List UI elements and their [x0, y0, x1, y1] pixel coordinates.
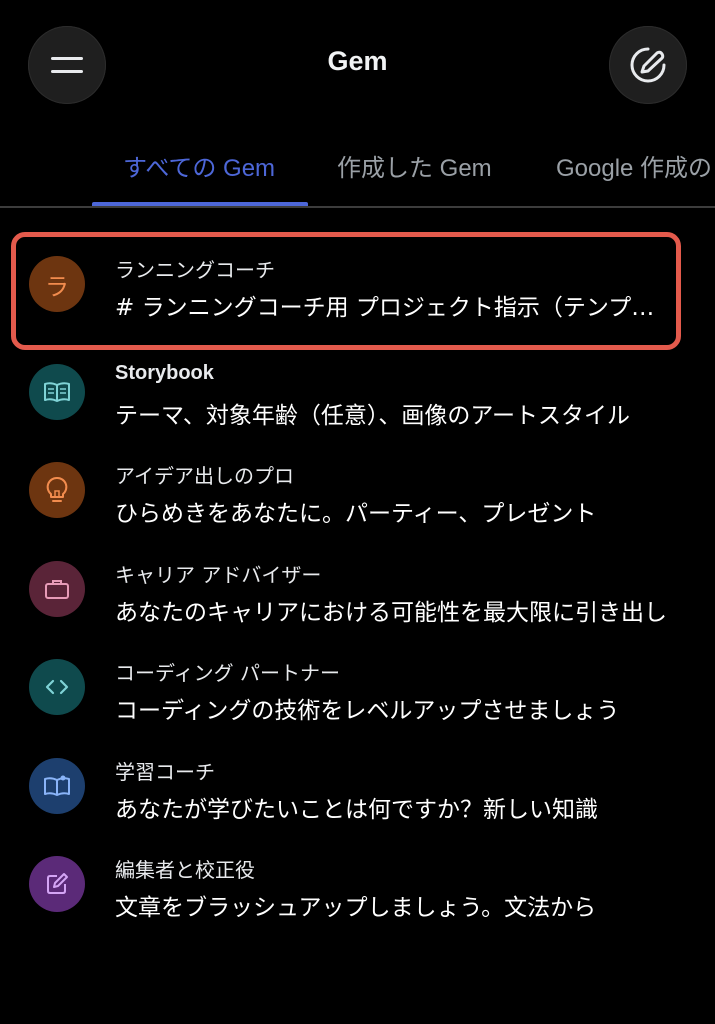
edit-icon [630, 47, 666, 83]
gem-avatar [29, 462, 85, 518]
gem-description: # ランニングコーチ用 プロジェクト指示（テンプレート） [115, 295, 667, 321]
gem-item-storybook[interactable]: Storybook テーマ、対象年齢（任意）、画像のアートスタイル [0, 340, 715, 436]
tab-all-gems[interactable]: すべての Gem [123, 148, 275, 183]
tab-google-gems[interactable]: Google 作成の [556, 148, 712, 183]
gem-description: 文章をブラッシュアップしましょう。文法から [115, 895, 597, 921]
tab-my-gems[interactable]: 作成した Gem [337, 148, 492, 183]
page-title: Gem [327, 46, 388, 76]
code-icon [45, 679, 69, 695]
edit-note-icon [47, 873, 68, 894]
gem-name: キャリア アドバイザー [115, 563, 322, 587]
gem-avatar [29, 758, 85, 814]
gem-name: 編集者と校正役 [115, 858, 255, 882]
gem-item-writing-editor[interactable]: 編集者と校正役 文章をブラッシュアップしましょう。文法から [0, 832, 715, 928]
gem-avatar: ラ [29, 256, 85, 312]
gem-name: Storybook [115, 362, 214, 384]
gem-item-running-coach[interactable]: ラ ランニングコーチ # ランニングコーチ用 プロジェクト指示（テンプレート） [0, 232, 715, 328]
active-tab-indicator [92, 202, 308, 206]
gem-avatar [29, 364, 85, 420]
gem-avatar [29, 856, 85, 912]
gem-description: テーマ、対象年齢（任意）、画像のアートスタイル [115, 403, 630, 429]
reading-icon [44, 775, 70, 796]
gem-name: コーディング パートナー [115, 661, 340, 685]
gem-avatar [29, 659, 85, 715]
gem-avatar [29, 561, 85, 617]
gem-name: アイデア出しのプロ [115, 464, 294, 488]
letter-ra-icon: ラ [45, 272, 69, 301]
tab-bar: すべての Gem 作成した Gem Google 作成の [0, 128, 715, 208]
gem-name: 学習コーチ [115, 760, 215, 784]
gem-description: あなたのキャリアにおける可能性を最大限に引き出し [115, 600, 667, 626]
gem-item-learning-coach[interactable]: 学習コーチ あなたが学びたいことは何ですか？新しい知識 [0, 734, 715, 830]
gem-description: コーディングの技術をレベルアップさせましょう [115, 698, 620, 724]
book-icon [44, 382, 70, 402]
gem-description: あなたが学びたいことは何ですか？新しい知識 [115, 797, 598, 823]
briefcase-icon [45, 580, 69, 599]
lightbulb-icon [46, 476, 68, 502]
gem-item-brainstormer[interactable]: アイデア出しのプロ ひらめきをあなたに。パーティー、プレゼント [0, 438, 715, 534]
gem-description: ひらめきをあなたに。パーティー、プレゼント [115, 501, 597, 527]
gem-item-coding-partner[interactable]: コーディング パートナー コーディングの技術をレベルアップさせましょう [0, 635, 715, 731]
gem-name: ランニングコーチ [115, 258, 275, 282]
new-gem-button[interactable] [609, 26, 687, 104]
gem-item-career-advisor[interactable]: キャリア アドバイザー あなたのキャリアにおける可能性を最大限に引き出し [0, 537, 715, 633]
